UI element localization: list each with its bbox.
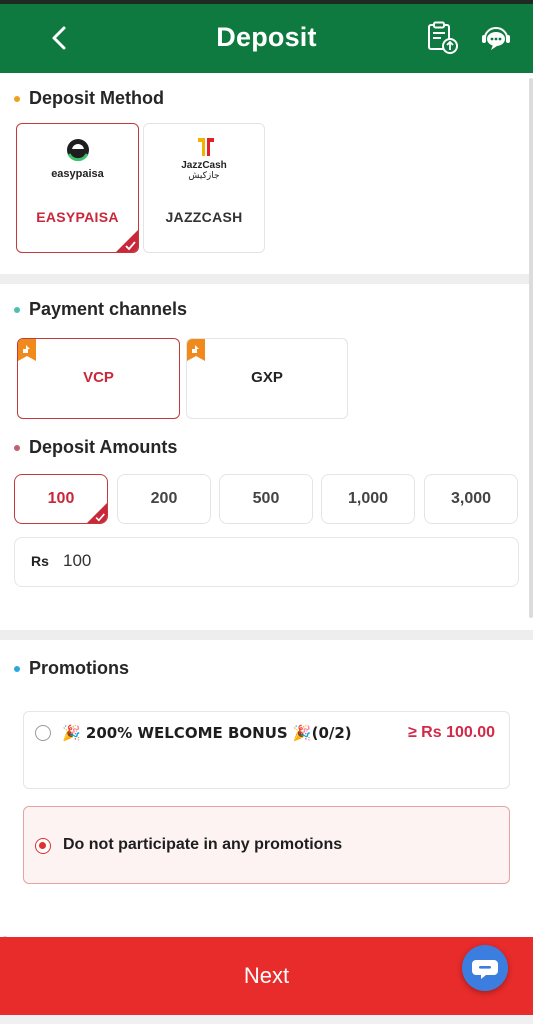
scrollbar[interactable] bbox=[529, 78, 533, 618]
jazzcash-logo-subtext: جازکیش bbox=[188, 171, 220, 181]
deposit-history-button[interactable] bbox=[424, 20, 460, 56]
promo-radio-selected[interactable] bbox=[35, 838, 51, 854]
deposit-method-heading: Deposit Method bbox=[14, 88, 164, 109]
promotions-heading: Promotions bbox=[14, 658, 129, 679]
amount-option-500[interactable]: 500 bbox=[219, 474, 313, 524]
hot-badge-icon bbox=[187, 339, 205, 361]
customer-support-button[interactable] bbox=[478, 20, 514, 56]
next-button-label: Next bbox=[243, 963, 290, 988]
section-dot bbox=[14, 665, 20, 672]
deposit-amounts-title: Deposit Amounts bbox=[29, 437, 178, 457]
method-card-jazzcash[interactable]: JazzCash جازکیش JAZZCASH bbox=[143, 123, 265, 253]
promo-label: 🎉 200% WELCOME BONUS 🎉(0/2) bbox=[62, 724, 352, 742]
bottom-strip bbox=[0, 1015, 533, 1024]
section-dot bbox=[14, 444, 20, 451]
amount-option-label: 100 bbox=[47, 490, 75, 507]
amount-option-label: 3,000 bbox=[450, 490, 492, 507]
hot-badge-icon bbox=[18, 339, 36, 361]
chat-support-icon bbox=[482, 27, 510, 50]
deposit-method-title: Deposit Method bbox=[29, 88, 164, 108]
easypaisa-logo-text: easypaisa bbox=[51, 168, 104, 180]
section-dot bbox=[14, 306, 20, 313]
channel-label-vcp: VCP bbox=[83, 369, 114, 386]
amount-option-1000[interactable]: 1,000 bbox=[321, 474, 415, 524]
next-button[interactable]: Next bbox=[0, 937, 533, 1015]
amount-option-100[interactable]: 100 bbox=[14, 474, 108, 524]
jazzcash-logo-text: JazzCash bbox=[181, 160, 227, 171]
live-chat-button[interactable] bbox=[462, 945, 508, 991]
amount-option-200[interactable]: 200 bbox=[117, 474, 211, 524]
amount-option-label: 500 bbox=[252, 490, 280, 507]
promo-radio[interactable] bbox=[35, 725, 51, 741]
amount-input-box[interactable]: Rs bbox=[14, 537, 519, 587]
amount-option-label: 1,000 bbox=[347, 490, 389, 507]
section-divider bbox=[0, 274, 533, 284]
app-header: Deposit bbox=[0, 4, 533, 73]
channel-card-vcp[interactable]: VCP bbox=[17, 338, 180, 419]
section-dot bbox=[14, 95, 20, 102]
clipboard-upload-icon bbox=[428, 21, 458, 54]
selected-check-icon bbox=[87, 503, 107, 523]
method-label-jazzcash: JAZZCASH bbox=[165, 209, 243, 225]
deposit-amounts-heading: Deposit Amounts bbox=[14, 437, 177, 458]
amount-field[interactable] bbox=[63, 551, 463, 571]
payment-channels-title: Payment channels bbox=[29, 299, 188, 319]
promo-label: Do not participate in any promotions bbox=[63, 836, 343, 853]
payment-channels-heading: Payment channels bbox=[14, 299, 187, 320]
currency-label: Rs bbox=[31, 553, 49, 569]
channel-card-gxp[interactable]: GXP bbox=[186, 338, 348, 419]
jazzcash-logo-icon bbox=[198, 138, 214, 156]
easypaisa-logo-icon bbox=[67, 139, 89, 162]
method-card-easypaisa[interactable]: easypaisa EASYPAISA bbox=[16, 123, 139, 253]
promo-none[interactable]: Do not participate in any promotions bbox=[23, 806, 510, 884]
selected-check-icon bbox=[116, 230, 138, 252]
method-label-easypaisa: EASYPAISA bbox=[36, 209, 119, 225]
promotions-title: Promotions bbox=[29, 658, 130, 678]
amount-option-3000[interactable]: 3,000 bbox=[424, 474, 518, 524]
channel-label-gxp: GXP bbox=[251, 369, 283, 386]
chat-bubble-icon bbox=[472, 960, 498, 979]
section-divider bbox=[0, 630, 533, 640]
promo-welcome-bonus[interactable]: 🎉 200% WELCOME BONUS 🎉(0/2) ≥ Rs 100.00 bbox=[23, 711, 510, 789]
amount-option-label: 200 bbox=[150, 490, 178, 507]
promo-min-amount: ≥ Rs 100.00 bbox=[407, 724, 495, 741]
